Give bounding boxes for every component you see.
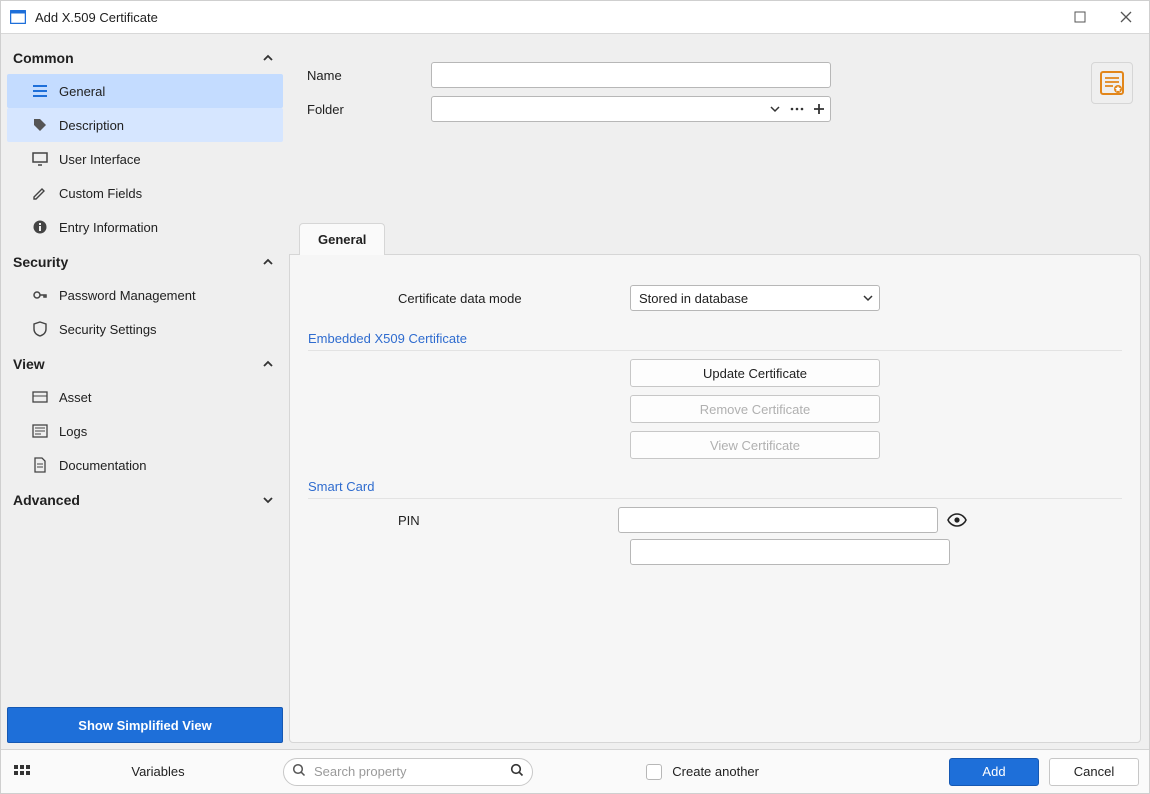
sidebar-item-custom-fields[interactable]: Custom Fields	[7, 176, 283, 210]
sidebar-item-label: Description	[59, 118, 124, 133]
section-smart-card: Smart Card	[308, 479, 1122, 499]
maximize-button[interactable]	[1057, 1, 1103, 34]
sidebar-group-label: Common	[13, 50, 74, 66]
sidebar-item-security-settings[interactable]: Security Settings	[7, 312, 283, 346]
create-another-checkbox[interactable]	[646, 764, 662, 780]
button-label: Show Simplified View	[78, 718, 211, 733]
sidebar-item-label: Documentation	[59, 458, 146, 473]
sidebar-item-password-management[interactable]: Password Management	[7, 278, 283, 312]
sidebar-item-user-interface[interactable]: User Interface	[7, 142, 283, 176]
create-another-label[interactable]: Create another	[672, 764, 759, 779]
close-button[interactable]	[1103, 1, 1149, 34]
search-property[interactable]	[283, 758, 533, 786]
select-value: Stored in database	[639, 291, 748, 306]
add-button[interactable]: Add	[949, 758, 1039, 786]
info-icon	[31, 218, 49, 236]
sidebar-item-documentation[interactable]: Documentation	[7, 448, 283, 482]
sidebar: Common General Description User Interfac…	[7, 40, 283, 743]
chevron-down-icon[interactable]	[764, 97, 786, 121]
entry-type-icon[interactable]	[1091, 62, 1133, 104]
sidebar-group-label: Advanced	[13, 492, 80, 508]
shield-icon	[31, 320, 49, 338]
asset-icon	[31, 388, 49, 406]
logs-icon	[31, 422, 49, 440]
sidebar-item-label: Security Settings	[59, 322, 157, 337]
sidebar-item-general[interactable]: General	[7, 74, 283, 108]
doc-icon	[31, 456, 49, 474]
folder-label: Folder	[307, 102, 419, 117]
variables-label[interactable]: Variables	[43, 764, 273, 779]
titlebar: Add X.509 Certificate	[1, 1, 1149, 34]
search-input[interactable]	[312, 763, 504, 780]
sidebar-item-label: Asset	[59, 390, 92, 405]
main-panel: Name Folder Gen	[289, 40, 1143, 743]
sidebar-item-description[interactable]: Description	[7, 108, 283, 142]
footer: Variables Create another Add Cancel	[1, 749, 1149, 793]
key-icon	[31, 286, 49, 304]
ellipsis-icon[interactable]	[786, 97, 808, 121]
window-title: Add X.509 Certificate	[35, 10, 158, 25]
sidebar-item-label: Password Management	[59, 288, 196, 303]
sidebar-group-view[interactable]: View	[7, 346, 283, 380]
sidebar-group-common[interactable]: Common	[7, 40, 283, 74]
app-icon	[9, 8, 27, 26]
reveal-password-icon[interactable]	[944, 507, 970, 533]
chevron-down-icon	[261, 493, 275, 507]
sidebar-item-label: Custom Fields	[59, 186, 142, 201]
section-embedded-cert: Embedded X509 Certificate	[308, 331, 1122, 351]
pin-confirm-input[interactable]	[630, 539, 950, 565]
sidebar-item-entry-info[interactable]: Entry Information	[7, 210, 283, 244]
monitor-icon	[31, 150, 49, 168]
sidebar-item-logs[interactable]: Logs	[7, 414, 283, 448]
cert-mode-select[interactable]: Stored in database	[630, 285, 880, 311]
tab-panel-general: Certificate data mode Stored in database…	[289, 254, 1141, 743]
chevron-up-icon	[261, 357, 275, 371]
remove-certificate-button: Remove Certificate	[630, 395, 880, 423]
chevron-down-icon	[863, 291, 873, 306]
name-label: Name	[307, 68, 419, 83]
tag-icon	[31, 116, 49, 134]
search-icon[interactable]	[510, 763, 524, 780]
pin-input[interactable]	[618, 507, 938, 533]
sidebar-item-asset[interactable]: Asset	[7, 380, 283, 414]
sidebar-item-label: User Interface	[59, 152, 141, 167]
chevron-up-icon	[261, 255, 275, 269]
update-certificate-button[interactable]: Update Certificate	[630, 359, 880, 387]
cert-button-column: Update Certificate Remove Certificate Vi…	[630, 359, 880, 459]
cancel-button[interactable]: Cancel	[1049, 758, 1139, 786]
form-header: Name Folder	[289, 40, 1143, 140]
sidebar-group-label: View	[13, 356, 45, 372]
sidebar-scroll: Common General Description User Interfac…	[7, 40, 283, 701]
view-certificate-button: View Certificate	[630, 431, 880, 459]
sidebar-item-label: Entry Information	[59, 220, 158, 235]
tab-general[interactable]: General	[299, 223, 385, 255]
show-simplified-view-button[interactable]: Show Simplified View	[7, 707, 283, 743]
search-icon	[292, 763, 306, 780]
chevron-up-icon	[261, 51, 275, 65]
dialog-window: Add X.509 Certificate Common General	[0, 0, 1150, 794]
pin-label: PIN	[308, 513, 618, 528]
sidebar-group-security[interactable]: Security	[7, 244, 283, 278]
tab-bar: General	[289, 222, 1143, 254]
sidebar-item-label: Logs	[59, 424, 87, 439]
plus-icon[interactable]	[808, 97, 830, 121]
tab-label: General	[318, 232, 366, 247]
folder-picker[interactable]	[431, 96, 831, 122]
edit-icon	[31, 184, 49, 202]
grid-icon[interactable]	[11, 761, 33, 783]
sidebar-group-label: Security	[13, 254, 68, 270]
list-icon	[31, 82, 49, 100]
cert-mode-label: Certificate data mode	[308, 291, 618, 306]
sidebar-group-advanced[interactable]: Advanced	[7, 482, 283, 516]
name-input[interactable]	[431, 62, 831, 88]
sidebar-item-label: General	[59, 84, 105, 99]
dialog-body: Common General Description User Interfac…	[1, 34, 1149, 749]
